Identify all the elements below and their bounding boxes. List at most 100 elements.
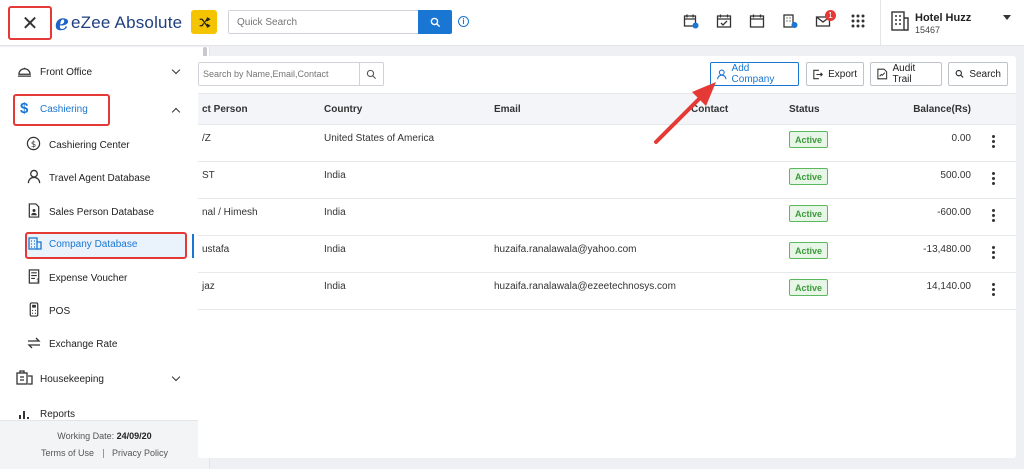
search-button[interactable]: Search	[948, 62, 1008, 86]
cell-person: nal / Himesh	[202, 207, 258, 218]
table-search-input[interactable]	[199, 63, 359, 85]
sidebar-item-cashiering[interactable]: $ Cashiering	[0, 100, 200, 120]
audit-trail-button[interactable]: Audit Trail	[870, 62, 942, 86]
more-options-icon[interactable]	[991, 172, 995, 185]
receipt-icon: $	[28, 269, 40, 284]
svg-text:$: $	[36, 278, 39, 284]
cell-balance: 0.00	[951, 133, 971, 144]
add-company-button[interactable]: Add Company	[710, 62, 799, 86]
cell-balance: -600.00	[937, 207, 971, 218]
table-row[interactable]: ST India Active 500.00	[198, 162, 1016, 199]
id-card-icon	[28, 203, 40, 218]
sidebar-item-cashiering-center[interactable]: $ Cashiering Center	[0, 135, 200, 155]
calendar-icon[interactable]	[749, 13, 765, 29]
cell-email: huzaifa.ranalawala@ezeetechnosys.com	[494, 281, 676, 292]
switch-button[interactable]	[191, 10, 217, 34]
quick-search	[228, 10, 452, 34]
cell-balance: 14,140.00	[926, 281, 972, 292]
divider	[102, 449, 104, 459]
chevron-down-icon	[171, 372, 181, 382]
chevron-down-icon	[171, 65, 181, 75]
export-icon	[813, 69, 824, 79]
search-icon	[955, 69, 964, 78]
search-icon	[430, 17, 440, 27]
sidebar-item-housekeeping[interactable]: Housekeeping	[0, 369, 200, 389]
column-header-person[interactable]: ct Person	[202, 104, 248, 115]
sidebar-item-label: Company Database	[49, 239, 138, 250]
quick-search-button[interactable]	[418, 10, 452, 34]
sidebar-item-sales-person-database[interactable]: Sales Person Database	[0, 202, 200, 222]
sidebar-item-pos[interactable]: POS	[0, 301, 200, 321]
table-row[interactable]: ustafa India huzaifa.ranalawala@yahoo.co…	[198, 236, 1016, 273]
sidebar-item-travel-agent-database[interactable]: Travel Agent Database	[0, 168, 200, 188]
cell-country: India	[324, 207, 346, 218]
sidebar-item-label: Reports	[40, 409, 76, 419]
column-header-balance[interactable]: Balance(Rs)	[913, 104, 971, 115]
table-row[interactable]: nal / Himesh India Active -600.00	[198, 199, 1016, 236]
cell-country: India	[324, 244, 346, 255]
hotel-building-icon	[891, 11, 909, 31]
company-list-panel: Add Company Export Audit Trail Search ct…	[198, 56, 1016, 458]
cell-person: jaz	[202, 281, 215, 292]
search-icon	[366, 69, 377, 79]
table-search-button[interactable]	[359, 63, 383, 85]
close-menu-button[interactable]: ✕	[8, 6, 52, 40]
export-button[interactable]: Export	[806, 62, 864, 86]
status-badge: Active	[789, 131, 828, 148]
divider	[880, 0, 881, 46]
annotation-arrow	[654, 82, 716, 144]
table-row[interactable]: /Z United States of America Active 0.00	[198, 125, 1016, 162]
cell-person: /Z	[202, 133, 211, 144]
chevron-down-icon[interactable]	[1003, 15, 1011, 20]
table-search	[198, 62, 384, 86]
hotel-name[interactable]: Hotel Huzz	[915, 12, 971, 24]
sidebar: Front Office $ Cashiering $ Cashiering C…	[0, 47, 210, 469]
privacy-link[interactable]: Privacy Policy	[112, 448, 168, 458]
sidebar-item-company-database[interactable]: Company Database	[0, 235, 200, 255]
more-options-icon[interactable]	[991, 246, 995, 259]
close-icon: ✕	[21, 12, 39, 35]
app-title: eZee Absolute	[71, 13, 183, 32]
cell-balance: 500.00	[940, 170, 971, 181]
cell-balance: -13,480.00	[923, 244, 971, 255]
more-options-icon[interactable]	[991, 283, 995, 296]
working-date-label: Working Date:	[57, 431, 115, 441]
building-add-icon[interactable]	[782, 13, 798, 29]
apps-grid-icon[interactable]	[850, 13, 866, 29]
person-icon	[27, 169, 41, 184]
footer-links: Terms of Use Privacy Policy	[0, 448, 209, 459]
column-header-status[interactable]: Status	[789, 104, 820, 115]
table-header: ct Person Country Email Contact Status B…	[198, 93, 1016, 125]
status-badge: Active	[789, 242, 828, 259]
sidebar-item-exchange-rate[interactable]: Exchange Rate	[0, 334, 200, 354]
more-options-icon[interactable]	[991, 209, 995, 222]
app-logo[interactable]: e eZee Absolute	[55, 10, 182, 36]
audit-icon	[877, 68, 888, 80]
logo-mark: e	[55, 10, 69, 36]
exchange-icon	[27, 337, 41, 349]
info-icon[interactable]: i	[458, 16, 469, 27]
sidebar-item-label: Sales Person Database	[49, 207, 155, 218]
more-options-icon[interactable]	[991, 135, 995, 148]
cell-person: ST	[202, 170, 215, 181]
calendar-add-icon[interactable]	[683, 13, 699, 29]
sidebar-item-label: Cashiering Center	[49, 140, 130, 151]
sidebar-item-reports[interactable]: Reports	[0, 407, 200, 419]
table-row[interactable]: jaz India huzaifa.ranalawala@ezeetechnos…	[198, 273, 1016, 310]
status-badge: Active	[789, 168, 828, 185]
shuffle-icon	[199, 16, 211, 28]
sidebar-item-front-office[interactable]: Front Office	[0, 63, 200, 83]
terms-link[interactable]: Terms of Use	[41, 448, 94, 458]
cell-country: United States of America	[324, 133, 435, 144]
audit-trail-label: Audit Trail	[892, 63, 916, 85]
sidebar-item-label: Front Office	[40, 67, 93, 78]
quick-search-input[interactable]	[229, 11, 417, 33]
column-header-country[interactable]: Country	[324, 104, 362, 115]
pos-terminal-icon	[29, 302, 39, 317]
sidebar-item-expense-voucher[interactable]: $ Expense Voucher	[0, 268, 200, 288]
sidebar-item-label: POS	[49, 306, 71, 317]
calendar-check-icon[interactable]	[716, 13, 732, 29]
sidebar-footer: Working Date: 24/09/20 Terms of Use Priv…	[0, 420, 209, 469]
column-header-email[interactable]: Email	[494, 104, 521, 115]
working-date: Working Date: 24/09/20	[0, 431, 209, 441]
